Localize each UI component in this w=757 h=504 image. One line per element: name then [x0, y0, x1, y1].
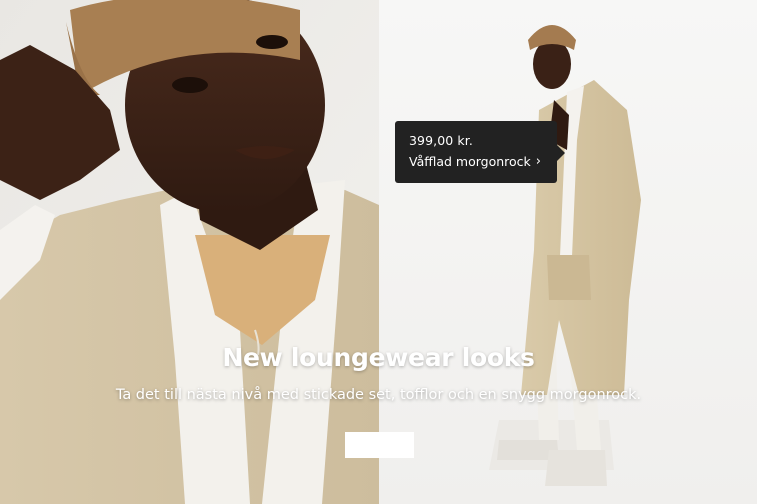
hero-banner[interactable]: 399,00 kr. Våfflad morgonrock › New loun… [0, 0, 757, 504]
hero-image-fullbody[interactable] [379, 0, 757, 504]
product-name-link[interactable]: Våfflad morgonrock › [409, 154, 557, 170]
product-name: Våfflad morgonrock [409, 154, 531, 169]
product-tooltip[interactable]: 399,00 kr. Våfflad morgonrock › [395, 121, 565, 183]
hero-image-closeup[interactable] [0, 0, 379, 504]
hero-subline: Ta det till nästa nivå med stickade set,… [115, 387, 642, 403]
product-price: 399,00 kr. [409, 133, 473, 148]
hero-headline: New loungewear looks [222, 343, 535, 372]
hero-cta-button[interactable] [345, 432, 414, 458]
chevron-right-icon: › [535, 154, 541, 169]
